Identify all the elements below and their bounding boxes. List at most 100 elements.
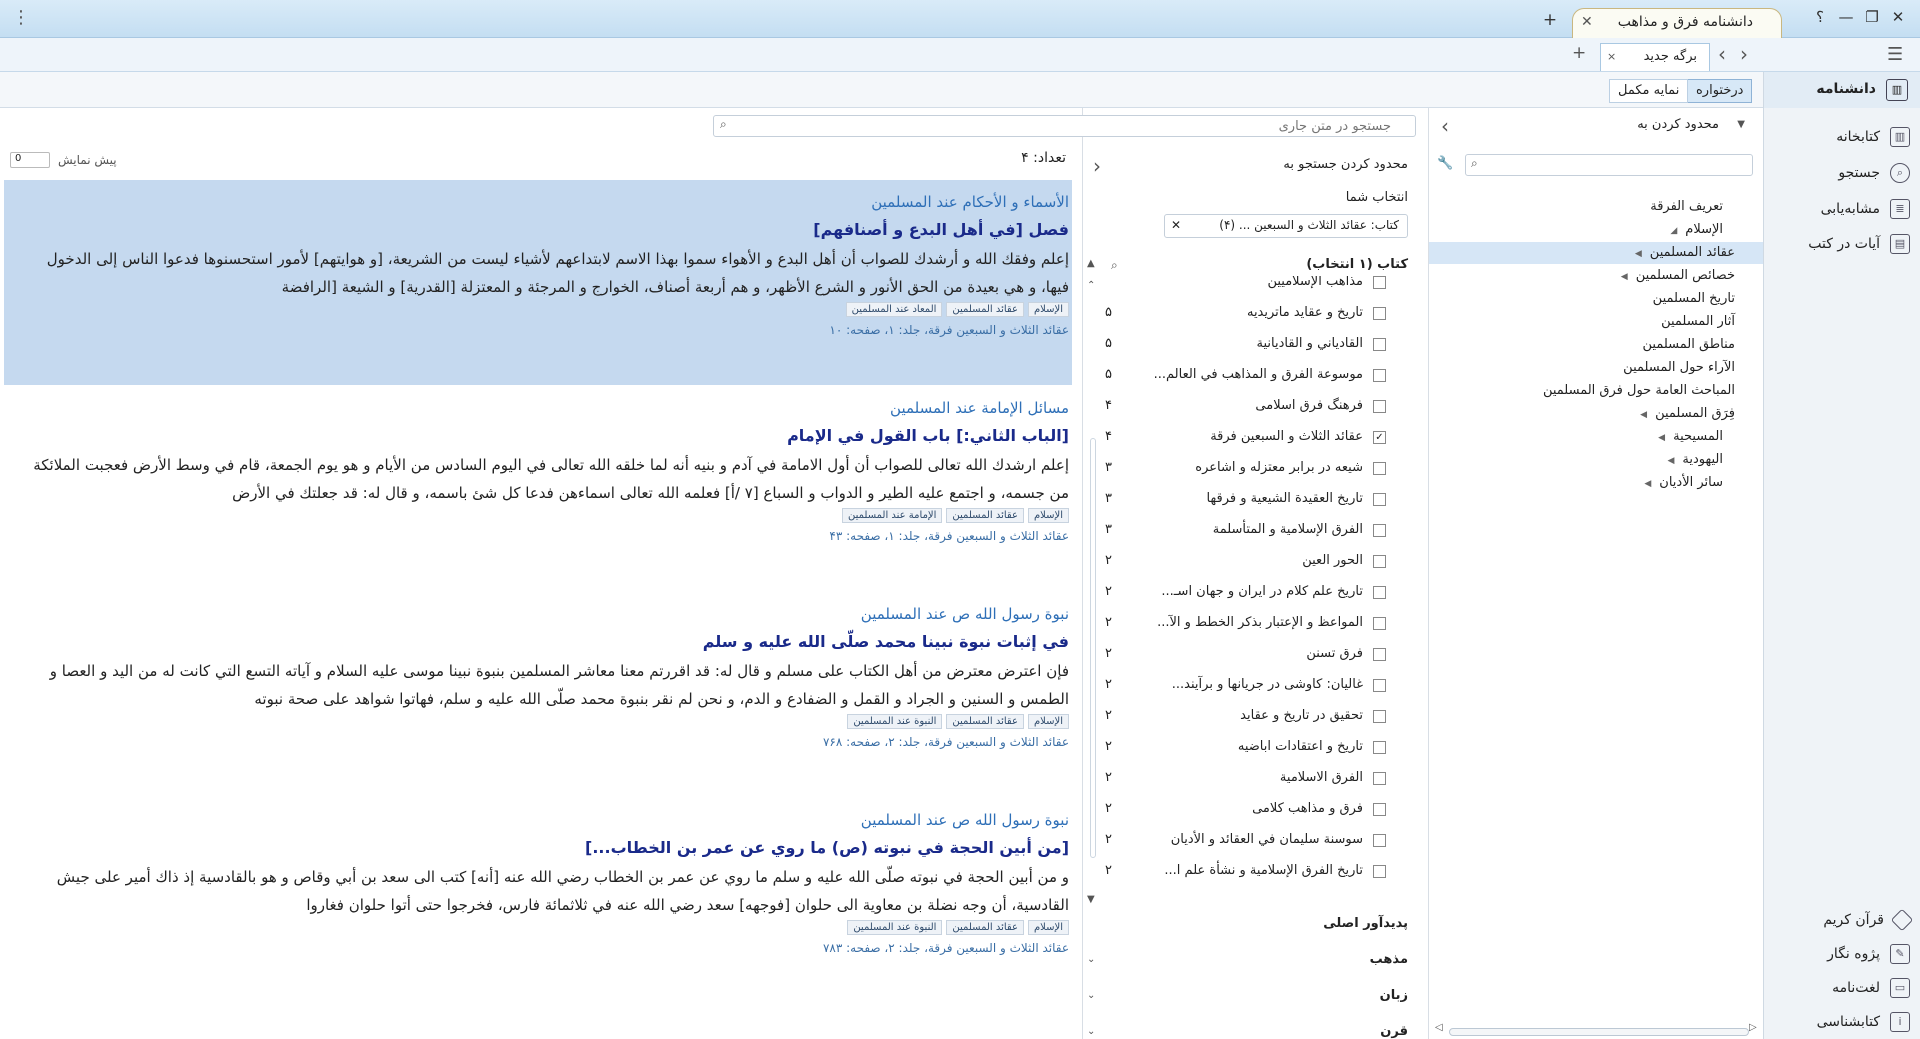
checkbox[interactable]	[1373, 462, 1386, 475]
checkbox[interactable]	[1373, 772, 1386, 785]
tree-item[interactable]: تعريف الفرقة	[1628, 196, 1723, 218]
checkbox[interactable]	[1373, 865, 1386, 878]
checkbox[interactable]	[1373, 834, 1386, 847]
list-item[interactable]: الفرق الإسلامية و المتأسلمة ۳	[1083, 516, 1413, 547]
nav-item-similar[interactable]: ≣ مشابه‌یابی	[1763, 192, 1920, 226]
app-tab[interactable]: دانشنامه فرق و مذاهب ✕	[1572, 8, 1782, 38]
add-tab-icon[interactable]: +	[1538, 10, 1562, 30]
result-source[interactable]: عقائد الثلاث و السبعين فرقة، جلد: ۲، صفح…	[823, 735, 1069, 749]
restore-icon[interactable]: ❐	[1860, 8, 1884, 26]
forward-icon[interactable]: ‹	[1718, 42, 1726, 66]
scroll-right-icon[interactable]: ▷	[1749, 1022, 1757, 1033]
search-result[interactable]: نبوة رسول الله ص عند المسلمين في إثبات نب…	[4, 592, 1072, 792]
list-item[interactable]: موسوعة الفرق و المذاهب في العالم... ۵	[1083, 361, 1413, 392]
filter-section-header[interactable]: زبان	[1380, 988, 1408, 1003]
tree-arrow-icon[interactable]: ◀	[1628, 243, 1642, 265]
tag-badge[interactable]: عقائد المسلمين	[946, 714, 1024, 729]
checkbox[interactable]	[1373, 276, 1386, 289]
full-index-button[interactable]: نمایه مکمل	[1609, 79, 1689, 103]
checkbox[interactable]	[1373, 307, 1386, 320]
result-category[interactable]: نبوة رسول الله ص عند المسلمين	[861, 811, 1069, 829]
list-item[interactable]: تاريخ الفرق الإسلامية و نشأة علم ا... ۲	[1083, 857, 1413, 888]
tree-item[interactable]: مناطق المسلمين	[1621, 334, 1736, 356]
result-category[interactable]: نبوة رسول الله ص عند المسلمين	[861, 605, 1069, 623]
filter-section-header[interactable]: مذهب	[1370, 952, 1408, 967]
nav-item-library[interactable]: ▥ کتابخانه	[1763, 120, 1920, 154]
result-title[interactable]: في إثبات نبوة نبينا محمد صلّى الله عليه …	[703, 632, 1069, 651]
search-result[interactable]: الأسماء و الأحكام عند المسلمين فصل [في أه…	[4, 180, 1072, 385]
checkbox[interactable]	[1373, 586, 1386, 599]
preview-toggle[interactable]: 0	[10, 152, 50, 168]
list-item[interactable]: تحقیق در تاریخ و عقاید ۲	[1083, 702, 1413, 733]
list-item[interactable]: مذاهب الإسلاميين	[1083, 276, 1413, 299]
list-item[interactable]: الفرق الاسلامية ۲	[1083, 764, 1413, 795]
list-item[interactable]: تاريخ العقيدة الشيعية و فرقها ۳	[1083, 485, 1413, 516]
nav-item-dictionary[interactable]: ▭ لغت‌نامه	[1763, 971, 1920, 1005]
tag-badge[interactable]: الإسلام	[1027, 714, 1069, 729]
checkbox[interactable]	[1373, 555, 1386, 568]
remove-chip-icon[interactable]: ✕	[1171, 218, 1181, 232]
search-icon[interactable]: ⌕	[1111, 258, 1118, 273]
tag-badge[interactable]: الإمامة عند المسلمين	[841, 508, 943, 523]
collapse-panel-icon[interactable]: ‹	[1441, 114, 1449, 138]
text-search-input[interactable]	[713, 115, 1416, 137]
section-toggle-icon[interactable]: ⌄	[1087, 1026, 1095, 1037]
tree-item[interactable]: الإسلام ◢	[1663, 219, 1723, 241]
tree-item[interactable]: سائر الأديان ◀	[1637, 472, 1723, 494]
close-window-icon[interactable]: ✕	[1886, 8, 1910, 26]
tag-badge[interactable]: الإسلام	[1027, 508, 1069, 523]
nav-item-notes[interactable]: ✎ پژوه نگار	[1763, 937, 1920, 971]
checkbox[interactable]	[1373, 803, 1386, 816]
tree-arrow-icon[interactable]: ◀	[1614, 266, 1628, 288]
minimize-icon[interactable]: —	[1834, 8, 1858, 26]
result-title[interactable]: فصل [في أهل البدع و أصنافهم]	[813, 220, 1069, 239]
result-source[interactable]: عقائد الثلاث و السبعين فرقة، جلد: ۱، صفح…	[829, 529, 1069, 543]
list-item[interactable]: تاریخ علم کلام در ایران و جهان اسـ... ۲	[1083, 578, 1413, 609]
list-item[interactable]: سوسنة سليمان في العقائد و الأديان ۲	[1083, 826, 1413, 857]
checkbox[interactable]: ✓	[1373, 431, 1386, 444]
list-item[interactable]: غالیان: کاوشی در جریانها و برآیند... ۲	[1083, 671, 1413, 702]
tag-badge[interactable]: الإسلام	[1027, 302, 1069, 317]
tree-item[interactable]: فِرَق المسلمين ◀	[1633, 403, 1735, 425]
search-result[interactable]: مسائل الإمامة عند المسلمين [الباب الثاني:…	[4, 386, 1072, 586]
tree-arrow-icon[interactable]: ◀	[1637, 473, 1651, 495]
tag-badge[interactable]: النبوة عند المسلمين	[847, 714, 943, 729]
nav-item-search[interactable]: ⌕ جستجو	[1763, 156, 1920, 190]
search-result[interactable]: نبوة رسول الله ص عند المسلمين [من أبين ال…	[4, 798, 1072, 998]
tree-item[interactable]: آثار المسلمين	[1639, 311, 1735, 333]
checkbox[interactable]	[1373, 679, 1386, 692]
result-category[interactable]: الأسماء و الأحكام عند المسلمين	[871, 193, 1069, 211]
checkbox[interactable]	[1373, 617, 1386, 630]
tag-badge[interactable]: المعاد عند المسلمين	[845, 302, 943, 317]
tag-badge[interactable]: النبوة عند المسلمين	[847, 920, 943, 935]
scroll-left-icon[interactable]: ◁	[1435, 1022, 1443, 1033]
tree-arrow-icon[interactable]: ◀	[1660, 450, 1674, 472]
tree-arrow-icon[interactable]: ◀	[1651, 427, 1665, 449]
checkbox[interactable]	[1373, 710, 1386, 723]
tree-item[interactable]: الآراء حول المسلمين	[1601, 357, 1735, 379]
back-icon[interactable]: ›	[1740, 42, 1748, 66]
checkbox[interactable]	[1373, 493, 1386, 506]
list-item[interactable]: فرق تسنن ۲	[1083, 640, 1413, 671]
checkbox[interactable]	[1373, 524, 1386, 537]
checkbox[interactable]	[1373, 648, 1386, 661]
filter-section-header[interactable]: قرن	[1380, 1024, 1408, 1039]
scroll-up-icon[interactable]: ▲	[1087, 258, 1095, 269]
tree-arrow-icon[interactable]: ◀	[1633, 404, 1647, 426]
nav-item-verses[interactable]: ▤ آیات در کتب	[1763, 227, 1920, 261]
result-source[interactable]: عقائد الثلاث و السبعين فرقة، جلد: ۱، صفح…	[829, 323, 1069, 337]
list-item[interactable]: فرق و مذاهب کلامی ۲	[1083, 795, 1413, 826]
horizontal-scrollbar[interactable]	[1449, 1028, 1749, 1036]
close-icon[interactable]: ✕	[1581, 14, 1593, 30]
list-item[interactable]: تاریخ و اعتقادات اباضیه ۲	[1083, 733, 1413, 764]
tag-badge[interactable]: عقائد المسلمين	[946, 302, 1024, 317]
checkbox[interactable]	[1373, 400, 1386, 413]
tree-view-button[interactable]: درختواره	[1687, 79, 1753, 103]
checkbox[interactable]	[1373, 369, 1386, 382]
hamburger-menu-icon[interactable]: ☰	[1887, 44, 1903, 65]
tag-badge[interactable]: عقائد المسلمين	[946, 508, 1024, 523]
tree-item[interactable]: عقائد المسلمين ◀	[1429, 242, 1763, 264]
list-item[interactable]: ✓ عقائد الثلاث و السبعين فرقة ۴	[1083, 423, 1413, 454]
add-doc-tab-icon[interactable]: +	[1572, 43, 1586, 63]
filter-section-header[interactable]: پدیدآور اصلی	[1323, 916, 1408, 931]
